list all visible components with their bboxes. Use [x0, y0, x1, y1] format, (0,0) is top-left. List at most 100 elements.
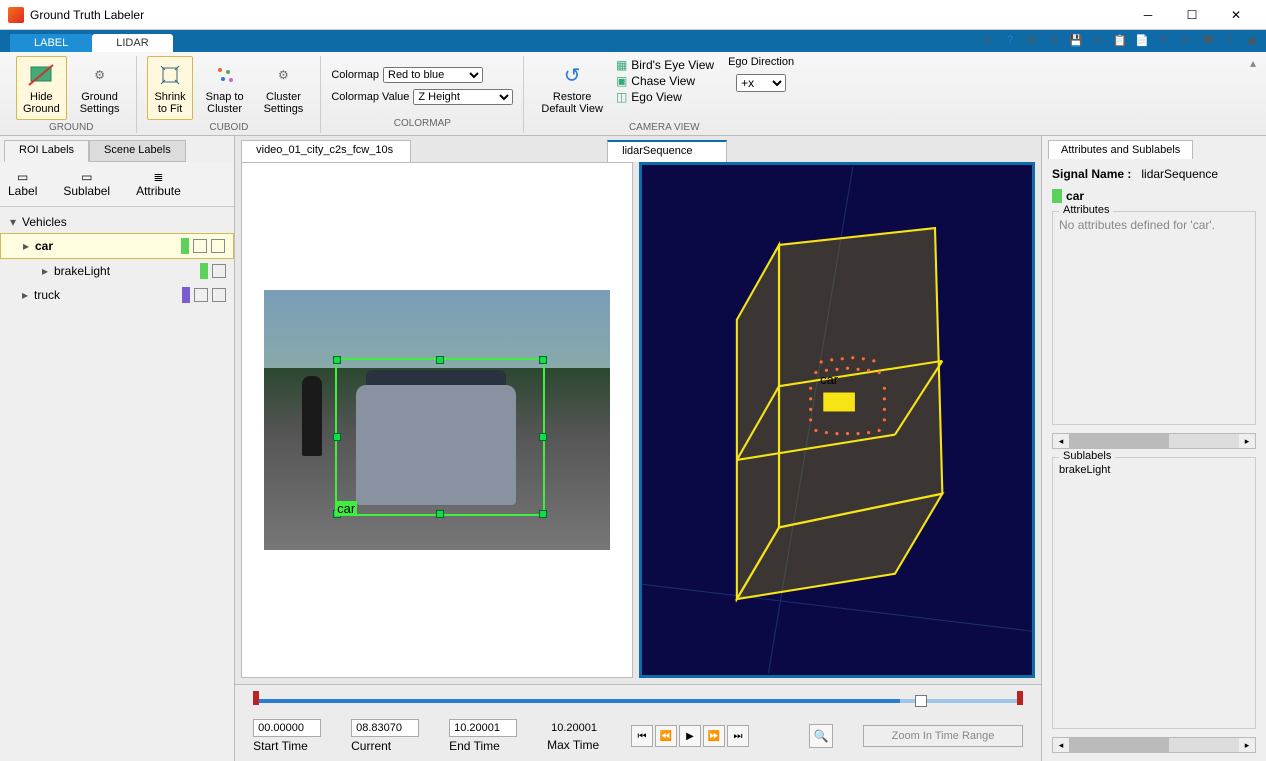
app-logo-icon	[8, 7, 24, 23]
rect-shape-icon[interactable]	[193, 239, 207, 253]
end-time-input[interactable]	[449, 719, 517, 737]
scroll-right-icon[interactable]: ▸	[1239, 434, 1255, 448]
play-button[interactable]: ▶	[679, 725, 701, 747]
qa-s-icon[interactable]: S	[1046, 32, 1062, 48]
cluster-settings-label: ClusterSettings	[264, 91, 304, 115]
goto-end-button[interactable]: ⏭	[727, 725, 749, 747]
qa-paste-icon[interactable]: 📄	[1134, 32, 1150, 48]
tree-item-brakelight[interactable]: ▸ brakeLight	[0, 259, 234, 283]
bbox-handle[interactable]	[436, 510, 444, 518]
tab-lidar[interactable]: LIDAR	[92, 34, 172, 52]
add-label-button[interactable]: ▭Label	[8, 170, 37, 198]
ego-direction-select[interactable]: +x	[736, 74, 786, 92]
qa-cut-icon[interactable]: ✂	[1090, 32, 1106, 48]
timeline-fill	[253, 699, 900, 703]
close-button[interactable]: ✕	[1214, 1, 1258, 29]
tab-label[interactable]: LABEL	[10, 34, 92, 52]
video-signal-tab[interactable]: video_01_city_c2s_fcw_10s	[241, 140, 411, 162]
cluster-settings-button[interactable]: ⚙ ClusterSettings	[257, 56, 311, 120]
chase-view-button[interactable]: ▣Chase View	[616, 74, 714, 88]
qa-about-icon[interactable]: ◉	[1244, 32, 1260, 48]
qa-print-icon[interactable]: 🖶	[1200, 32, 1216, 48]
timeline-track[interactable]	[253, 693, 1023, 709]
ribbon-toggle-icon[interactable]: ▴	[1246, 56, 1260, 70]
start-time-input[interactable]	[253, 719, 321, 737]
step-back-button[interactable]: ⏪	[655, 725, 677, 747]
qa-help2-icon[interactable]: ?	[1222, 32, 1238, 48]
colormap-value-label: Colormap Value	[331, 91, 409, 103]
sublabel-item-brakelight[interactable]: brakeLight	[1059, 464, 1249, 476]
lidar-signal-tab[interactable]: lidarSequence	[607, 140, 727, 162]
sublabels-hscroll[interactable]: ◂ ▸	[1052, 737, 1256, 753]
sublabels-fieldset: Sublabels brakeLight	[1052, 457, 1256, 729]
bbox-handle[interactable]	[333, 356, 341, 364]
ego-view-button[interactable]: ◫Ego View	[616, 90, 714, 104]
qa-redo-icon[interactable]: ↷	[1178, 32, 1194, 48]
add-sublabel-button[interactable]: ▭Sublabel	[63, 170, 110, 198]
colormap-select[interactable]: Red to blue	[383, 67, 483, 83]
hide-ground-button[interactable]: HideGround	[16, 56, 67, 120]
colormap-value-select[interactable]: Z Height	[413, 89, 513, 105]
color-swatch	[182, 287, 190, 303]
restore-default-view-button[interactable]: ↺ RestoreDefault View	[534, 56, 610, 120]
attributes-hscroll[interactable]: ◂ ▸	[1052, 433, 1256, 449]
maximize-button[interactable]: ☐	[1170, 1, 1214, 29]
birdseye-view-button[interactable]: ▦Bird's Eye View	[616, 58, 714, 72]
qa-c-icon[interactable]: C	[980, 32, 996, 48]
cuboid-shape-icon[interactable]	[212, 288, 226, 302]
timeline-end-flag[interactable]	[1017, 691, 1023, 705]
current-time-label: Current	[351, 739, 419, 753]
add-attribute-button[interactable]: ≣Attribute	[136, 170, 181, 198]
step-forward-button[interactable]: ⏩	[703, 725, 725, 747]
end-time-label: End Time	[449, 739, 517, 753]
bbox-handle[interactable]	[436, 356, 444, 364]
selected-label: car	[1052, 189, 1256, 203]
shrink-to-fit-button[interactable]: Shrinkto Fit	[147, 56, 192, 120]
rect-shape-icon[interactable]	[194, 288, 208, 302]
scroll-left-icon[interactable]: ◂	[1053, 434, 1069, 448]
bbox-handle[interactable]	[539, 433, 547, 441]
qa-save-icon[interactable]: 💾	[1068, 32, 1084, 48]
snap-cluster-icon	[211, 61, 239, 89]
attributes-sublabels-tab[interactable]: Attributes and Sublabels	[1048, 140, 1193, 159]
playback-controls: ⏮ ⏪ ▶ ⏩ ⏭	[631, 725, 749, 747]
qa-undo-icon[interactable]: ↶	[1156, 32, 1172, 48]
restore-icon: ↺	[558, 61, 586, 89]
ribbon-group-ground: HideGround ⚙ GroundSettings GROUND	[6, 56, 137, 133]
roi-labels-tab[interactable]: ROI Labels	[4, 140, 89, 162]
scroll-thumb[interactable]	[1069, 738, 1169, 752]
qa-copy-icon[interactable]: 📋	[1112, 32, 1128, 48]
zoom-time-range-button[interactable]: Zoom In Time Range	[863, 725, 1023, 747]
current-time-input[interactable]	[351, 719, 419, 737]
snap-to-cluster-button[interactable]: Snap toCluster	[199, 56, 251, 120]
chase-icon: ▣	[616, 74, 627, 88]
tree-item-car[interactable]: ▸ car	[0, 233, 234, 259]
scroll-right-icon[interactable]: ▸	[1239, 738, 1255, 752]
main-content: ROI Labels Scene Labels ▭Label ▭Sublabel…	[0, 136, 1266, 761]
video-view[interactable]: car	[241, 162, 633, 678]
ribbon: HideGround ⚙ GroundSettings GROUND Shrin…	[0, 52, 1266, 136]
bbox-handle[interactable]	[333, 433, 341, 441]
bbox-handle[interactable]	[539, 356, 547, 364]
qa-mw-icon[interactable]: M	[1024, 32, 1040, 48]
lidar-view[interactable]: car	[639, 162, 1035, 678]
minimize-button[interactable]: ─	[1126, 1, 1170, 29]
cuboid-shape-icon[interactable]	[211, 239, 225, 253]
qa-help-icon[interactable]: ?	[1002, 32, 1018, 48]
bounding-box-car[interactable]: car	[335, 358, 545, 516]
bbox-handle[interactable]	[539, 510, 547, 518]
max-time-value: 10.20001	[547, 720, 601, 736]
scene-labels-tab[interactable]: Scene Labels	[89, 140, 186, 162]
start-time-label: Start Time	[253, 739, 321, 753]
scroll-left-icon[interactable]: ◂	[1053, 738, 1069, 752]
tree-item-truck[interactable]: ▸ truck	[0, 283, 234, 307]
tree-group-vehicles[interactable]: ▾ Vehicles	[0, 211, 234, 233]
zoom-time-button[interactable]: 🔍	[809, 724, 833, 748]
ground-settings-label: GroundSettings	[80, 91, 120, 115]
scroll-thumb[interactable]	[1069, 434, 1169, 448]
rect-shape-icon[interactable]	[212, 264, 226, 278]
ground-settings-button[interactable]: ⚙ GroundSettings	[73, 56, 127, 120]
timeline-scrubber[interactable]	[915, 695, 927, 707]
timeline-start-flag[interactable]	[253, 691, 259, 705]
goto-start-button[interactable]: ⏮	[631, 725, 653, 747]
